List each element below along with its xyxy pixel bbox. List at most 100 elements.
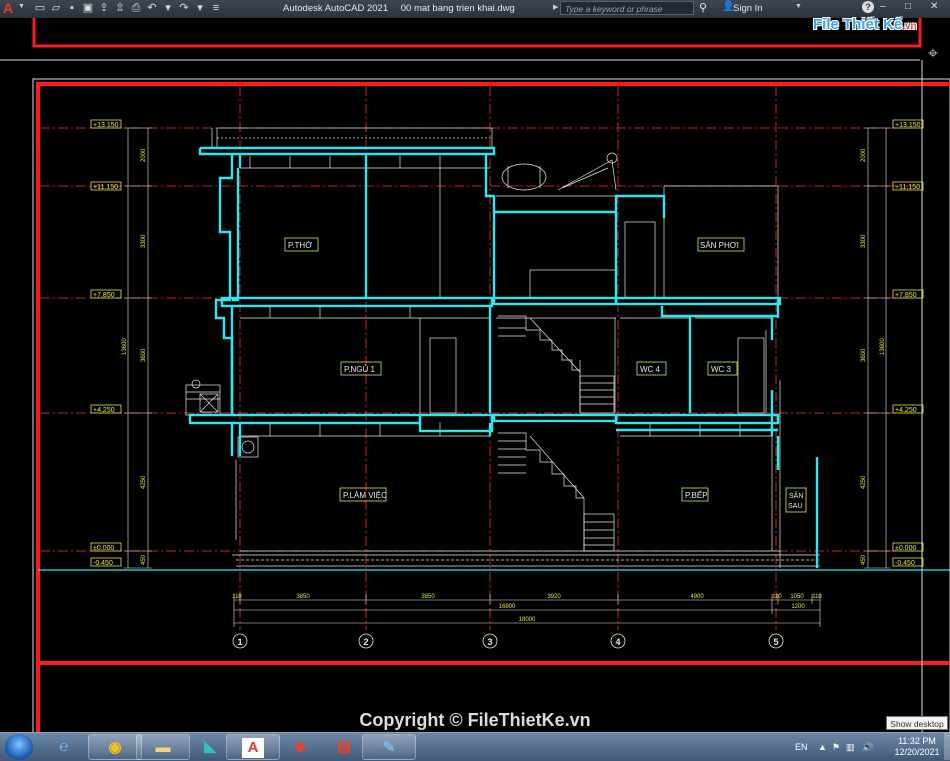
save-web-icon[interactable]: ⇫ (114, 2, 126, 14)
dim-text: 3300 (141, 234, 147, 248)
search-expand-icon[interactable]: ▶ (553, 3, 558, 11)
room-label-p-tho: P.THỜ (288, 241, 312, 250)
dim-text: 3600 (141, 348, 147, 362)
app-title: Autodesk AutoCAD 2021 (283, 3, 389, 14)
room-label-san-sau: SAU (788, 503, 802, 510)
level-label: +7.850 (93, 292, 115, 299)
paint-icon[interactable]: ✎ (362, 734, 416, 760)
clock-time: 11:32 PM (898, 736, 936, 746)
clock-date: 12/20/2021 (894, 747, 940, 757)
dim-text: 3300 (861, 234, 867, 248)
level-label: ±0.000 (93, 545, 114, 552)
room-label-wc3: WC 3 (711, 365, 732, 374)
level-label: +7.850 (895, 292, 917, 299)
dim-text: 18000 (519, 617, 536, 623)
save-icon[interactable]: ▪ (66, 2, 78, 14)
chrome-icon[interactable]: ◉ (88, 734, 142, 760)
level-label: +11.150 (93, 184, 118, 191)
plot-icon[interactable]: ⎙ (130, 2, 142, 14)
axis-label: 4 (615, 637, 620, 647)
file-explorer-icon[interactable]: ▬ (136, 734, 190, 760)
taskbar: ℮ ◉ ▬ ◣ A ◈ ▤ ✎ EN ▲ ⚑ ▥ 🔊 11:32 PM 12/2… (0, 732, 950, 761)
dim-text: 450 (861, 554, 867, 565)
minimize-icon[interactable]: – (880, 1, 886, 12)
sign-in-dropdown-icon[interactable]: ▼ (795, 3, 802, 10)
internet-explorer-icon[interactable]: ℮ (38, 734, 92, 760)
new-file-icon[interactable]: ▭ (34, 2, 46, 14)
axis-label: 3 (487, 637, 492, 647)
level-label: -0.450 (895, 560, 915, 567)
show-desktop-button[interactable] (944, 733, 950, 760)
dim-text: 110 (772, 594, 782, 600)
dim-text: 2000 (861, 148, 867, 162)
close-icon[interactable]: ✕ (930, 1, 938, 12)
grid-axes (40, 86, 920, 630)
quick-access-toolbar: ▭ ▱ ▪ ▣ ⇪ ⇫ ⎙ ↶ ▾ ↷ ▾ ≡ (34, 2, 222, 16)
filethietke-logo: File Thiết Kế.vn (808, 13, 920, 43)
autocad-icon[interactable]: A (226, 734, 280, 760)
maximize-icon[interactable]: □ (905, 1, 911, 12)
copyright-watermark: Copyright © FileThietKe.vn (359, 710, 591, 730)
action-center-icon[interactable]: ⚑ (832, 742, 840, 753)
undo-icon[interactable]: ↶ (146, 2, 158, 14)
sign-in-button[interactable]: Sign In (733, 3, 763, 14)
sheet-frames (0, 18, 950, 732)
level-label: +13.150 (93, 122, 119, 129)
logo-tld: .vn (902, 21, 917, 32)
room-label-san-sau: SÂN (789, 491, 803, 500)
dim-text: 4250 (861, 475, 867, 489)
dim-text: 1200 (791, 604, 805, 610)
volume-icon[interactable]: 🔊 (862, 742, 873, 753)
autocad-menu-icon[interactable]: A (3, 1, 19, 16)
dim-text: 13600 (880, 338, 886, 355)
level-label: ±0.000 (895, 545, 916, 552)
start-button[interactable] (5, 734, 33, 760)
search-icon[interactable]: ⚲ (699, 1, 707, 14)
level-labels-right: +13.150 +11.150 +7.850 +4.250 ±0.000 -0.… (895, 122, 921, 567)
window-title: Autodesk AutoCAD 2021 00 mat bang trien … (283, 3, 515, 14)
help-icon[interactable]: ? (862, 1, 874, 13)
building-details (185, 127, 820, 568)
redo-dropdown-icon[interactable]: ▾ (194, 2, 206, 14)
room-label-p-ngu-1: P.NGỦ 1 (344, 365, 376, 374)
room-label-p-lam-viec: P.LÀM VIỆC (343, 491, 387, 500)
app-menu-arrow-icon[interactable]: ▼ (18, 3, 25, 10)
axis-bubbles: 1 2 3 4 5 (232, 633, 784, 649)
room-label-wc4: WC 4 (640, 365, 661, 374)
dim-text: 3850 (296, 594, 310, 600)
open-web-icon[interactable]: ⇪ (98, 2, 110, 14)
show-desktop-tooltip: Show desktop (886, 716, 948, 730)
room-labels: P.THỜ SÂN PHƠI P.NGỦ 1 WC 4 WC 3 P.LÀM V… (284, 237, 807, 513)
dim-text: 3850 (421, 594, 435, 600)
dim-text: 3600 (861, 348, 867, 362)
level-label: +4.250 (93, 407, 115, 414)
dim-text: 3920 (547, 594, 561, 600)
bottom-dimension-text: 110 3850 3850 3920 4900 110 1050 110 168… (232, 594, 822, 623)
dim-text: 450 (141, 554, 147, 565)
structural-walls (188, 146, 819, 568)
logo-text: File Thiết Kế (813, 16, 903, 33)
dim-text: 13600 (122, 338, 128, 355)
vertical-dimension-text: 2000 3300 3600 4250 450 13600 2000 3300 … (122, 148, 886, 565)
axis-label: 5 (773, 637, 778, 647)
redo-icon[interactable]: ↷ (178, 2, 190, 14)
file-title: 00 mat bang trien khai.dwg (400, 3, 515, 14)
dim-text: 1050 (790, 594, 804, 600)
viewcube-icon[interactable]: ⌖ (920, 40, 946, 66)
language-indicator[interactable]: EN (795, 742, 808, 752)
tray-expand-icon[interactable]: ▲ (818, 742, 827, 752)
open-file-icon[interactable]: ▱ (50, 2, 62, 14)
dim-text: 110 (812, 594, 822, 600)
axis-label: 2 (363, 637, 368, 647)
dim-text: 2000 (141, 148, 147, 162)
customize-toolbar-icon[interactable]: ≡ (210, 2, 222, 14)
help-search-input[interactable]: Type a keyword or phrase (560, 1, 694, 15)
network-icon[interactable]: ▥ (846, 742, 855, 753)
clock[interactable]: 11:32 PM 12/20/2021 (893, 736, 941, 758)
dim-text: 4250 (141, 475, 147, 489)
cad-drawing-canvas[interactable]: +13.150 +11.150 +7.850 +4.250 ±0.000 -0.… (0, 18, 950, 732)
room-label-san-phoi: SÂN PHƠI (700, 241, 739, 250)
level-label: +4.250 (895, 407, 917, 414)
undo-dropdown-icon[interactable]: ▾ (162, 2, 174, 14)
save-as-icon[interactable]: ▣ (82, 2, 94, 14)
